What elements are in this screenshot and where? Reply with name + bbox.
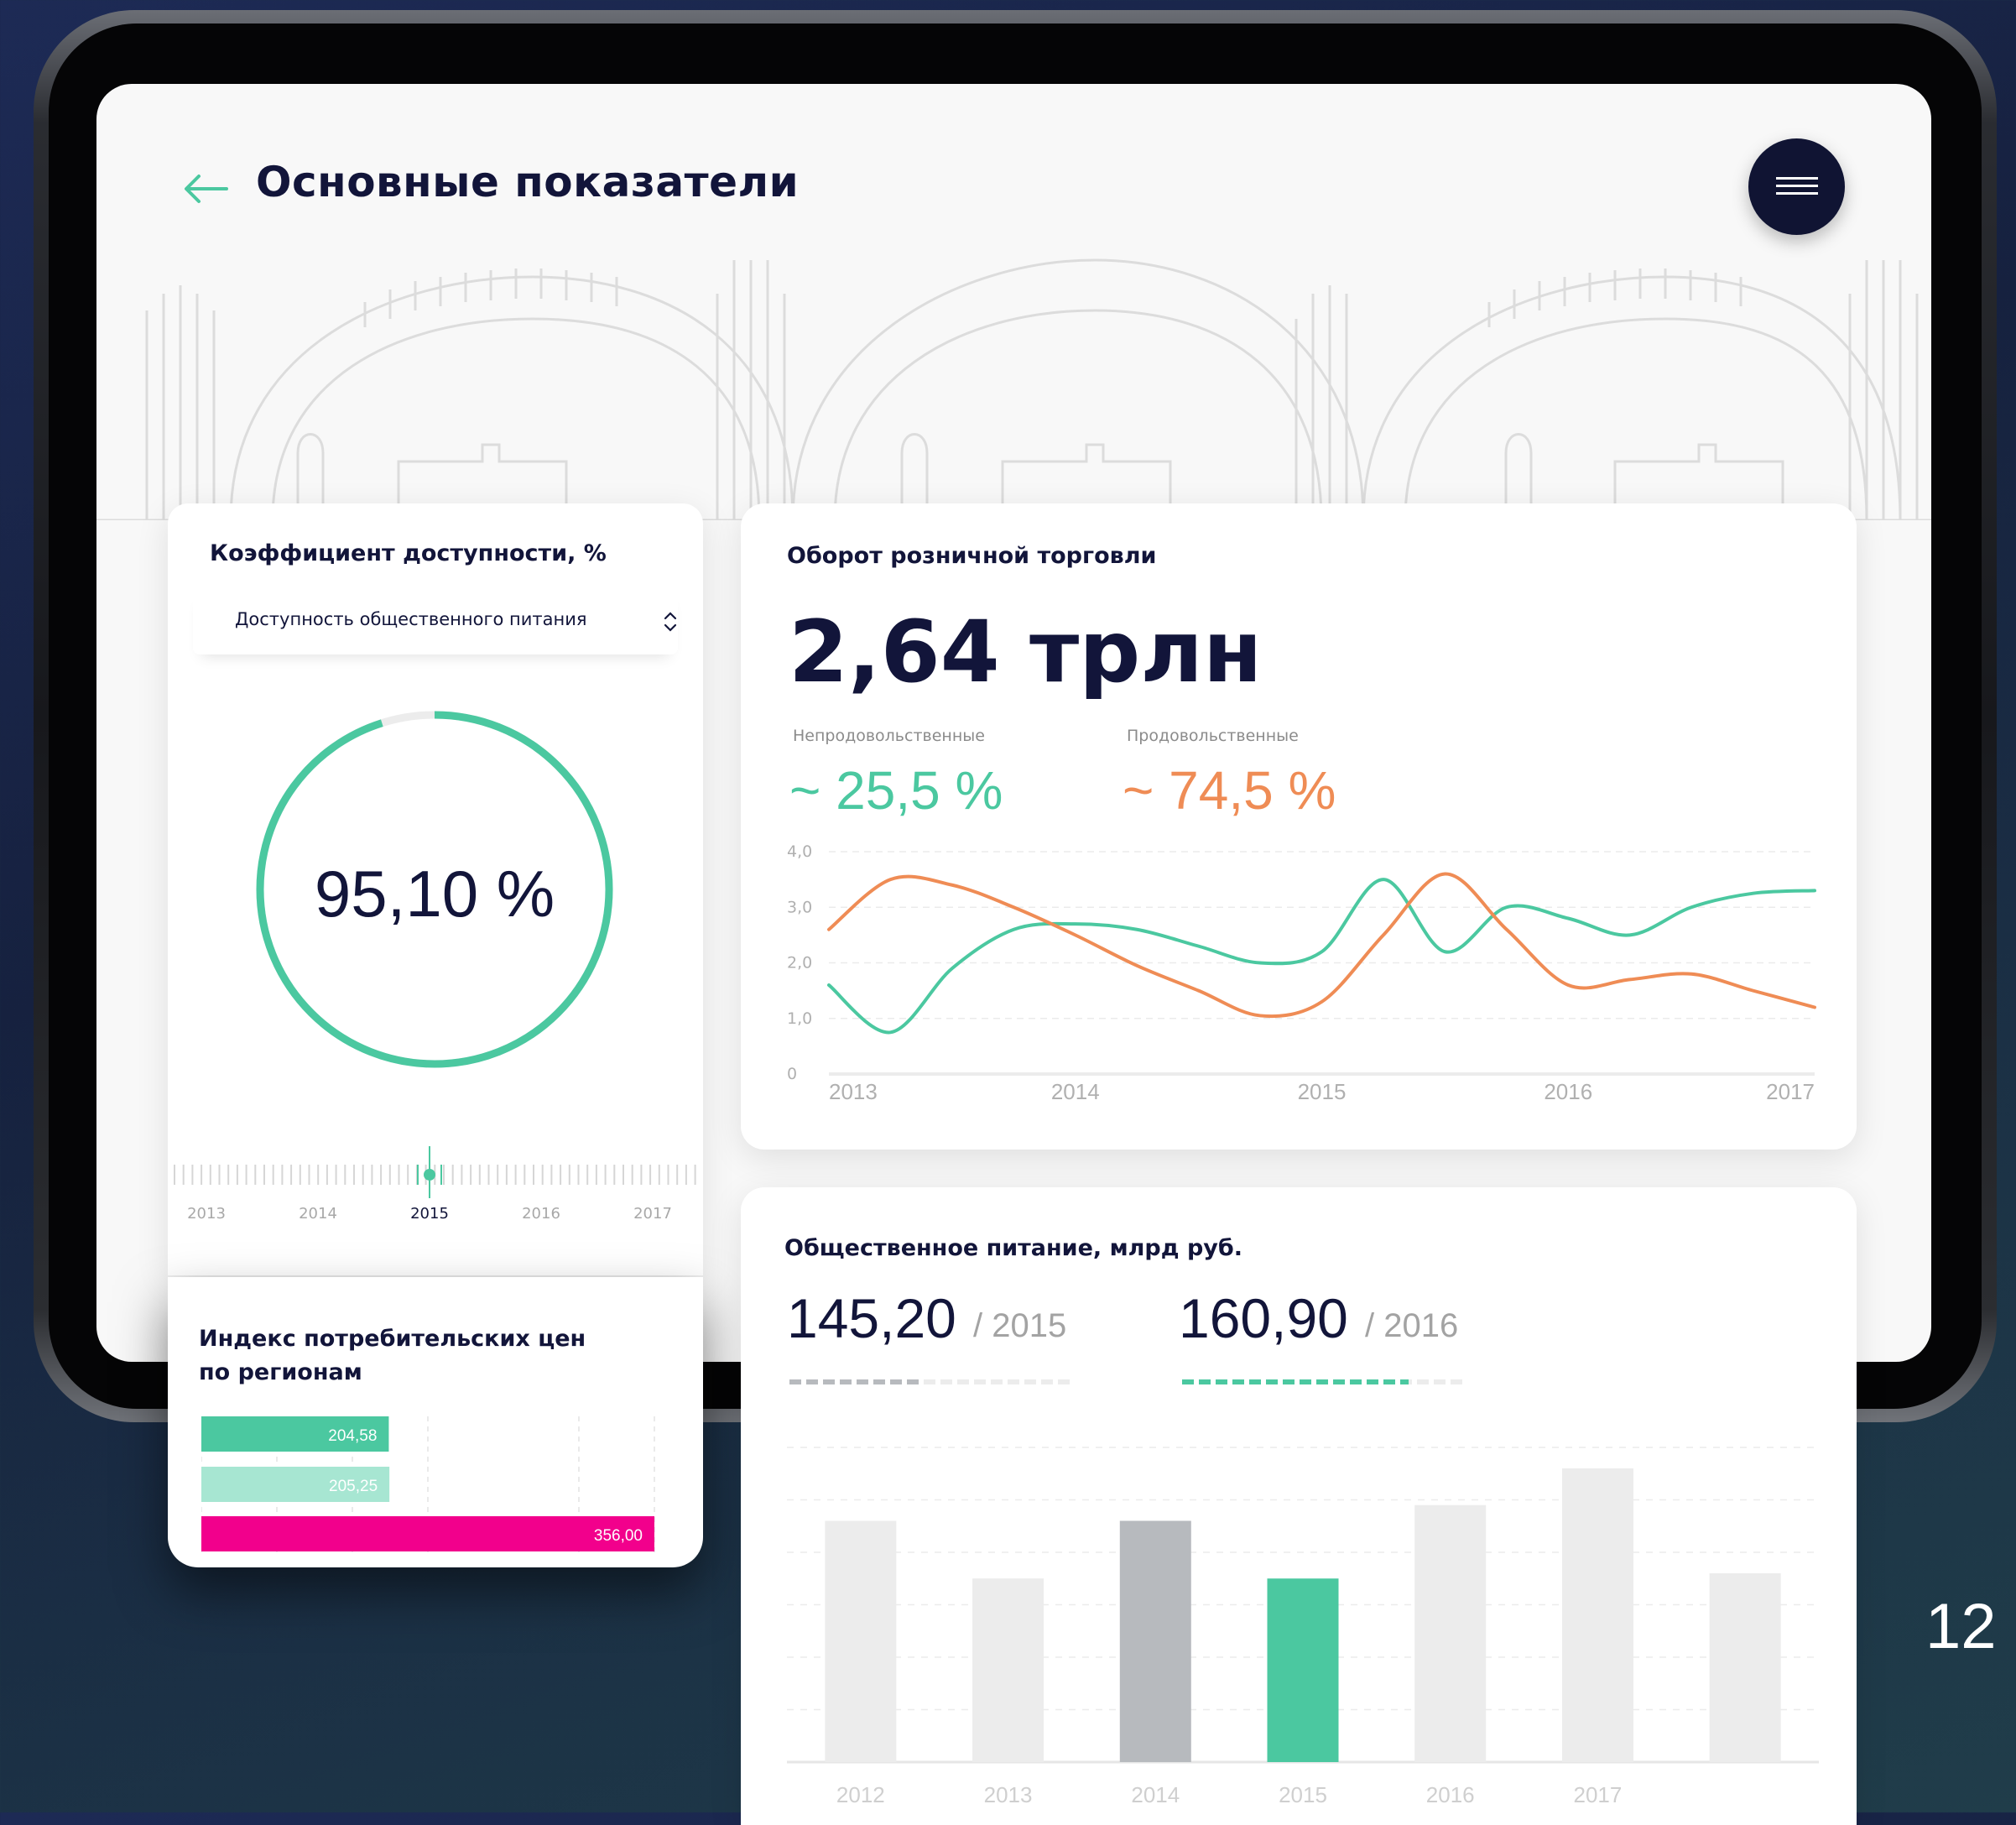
timeline-year-label[interactable]: 2017 [619, 1205, 686, 1223]
back-arrow-icon[interactable] [180, 164, 231, 214]
retail-y-tick: 2,0 [787, 954, 812, 972]
retail-x-tick: 2013 [829, 1079, 878, 1104]
catering-x-tick: 2016 [1426, 1782, 1475, 1807]
retail-y-tick: 0 [787, 1065, 797, 1083]
nonfood-share: ~ 25,5 % [789, 760, 1003, 821]
page-number: 12 [1925, 1591, 1997, 1662]
catering-progress-a [789, 1379, 1075, 1384]
menu-button[interactable] [1748, 138, 1845, 235]
retail-line-chart: 0 1,0 2,0 3,0 4,0 2013 2014 2015 2016 2017 [787, 842, 1816, 1104]
card-title: Коэффициент доступности, % [210, 540, 607, 566]
cpi-bar-label: 205,25 [329, 1478, 378, 1495]
catering-bar [1267, 1578, 1339, 1762]
timeline-year-label[interactable]: 2014 [284, 1205, 352, 1223]
card-title-line: Индекс потребительских цен [199, 1326, 586, 1352]
nonfood-label: Непродовольственные [793, 727, 985, 745]
catering-progress-b [1182, 1379, 1467, 1384]
cpi-bar [201, 1516, 654, 1551]
cpi-regions-card: Индекс потребительских цен по регионам 2… [168, 1277, 703, 1567]
retail-y-tick: 4,0 [787, 842, 812, 861]
page-title: Основные показатели [256, 158, 800, 206]
cpi-bar-label: 204,58 [328, 1427, 377, 1445]
retail-series-line [827, 878, 1816, 1035]
catering-x-tick: 2013 [984, 1782, 1033, 1807]
catering-bar [972, 1578, 1044, 1762]
retail-x-tick: 2015 [1298, 1079, 1347, 1104]
retail-y-tick: 1,0 [787, 1009, 812, 1028]
catering-x-tick: 2017 [1574, 1782, 1623, 1807]
catering-x-tick: 2012 [836, 1782, 885, 1807]
chevron-up-down-icon [664, 612, 677, 632]
menu-icon-line [1776, 185, 1818, 187]
catering-x-tick: 2014 [1131, 1782, 1180, 1807]
retail-x-tick: 2016 [1544, 1079, 1592, 1104]
retail-x-tick: 2017 [1766, 1079, 1815, 1104]
card-title-line: по регионам [199, 1359, 362, 1385]
catering-bar [1119, 1520, 1191, 1762]
card-title: Индекс потребительских цен по регионам [199, 1322, 586, 1390]
catering-bar [1414, 1504, 1487, 1762]
cpi-bar-label: 356,00 [594, 1527, 643, 1545]
timeline-year-label[interactable]: 2015 [396, 1205, 463, 1223]
catering-card: Общественное питание, млрд руб. 145,20 /… [741, 1187, 1857, 1825]
catering-year-a: / 2015 [973, 1307, 1067, 1344]
retail-x-tick: 2014 [1051, 1079, 1100, 1104]
catering-year-b: / 2016 [1365, 1307, 1459, 1344]
catering-bar [1709, 1573, 1781, 1762]
card-title: Общественное питание, млрд руб. [784, 1235, 1242, 1261]
retail-series-line [827, 872, 1816, 1019]
catering-bar-chart: 2012 2013 2014 2015 2016 2017 [787, 1447, 1819, 1807]
retail-turnover-card: Оборот розничной торговли 2,64 трлн Непр… [741, 503, 1857, 1150]
architecture-illustration [96, 258, 1931, 520]
catering-x-tick: 2015 [1279, 1782, 1327, 1807]
retail-total-value: 2,64 трлн [789, 602, 1263, 702]
food-share: ~ 74,5 % [1123, 760, 1336, 821]
card-title: Оборот розничной торговли [787, 543, 1157, 569]
indicator-select-value: Доступность общественного питания [235, 609, 587, 629]
catering-bar [1561, 1468, 1633, 1762]
indicator-select[interactable]: Доступность общественного питания [193, 587, 678, 654]
gauge-value: 95,10 % [314, 857, 555, 931]
timeline-year-labels: 2013 2014 2015 2016 2017 [168, 1205, 703, 1230]
timeline-handle [424, 1169, 435, 1181]
cpi-bar-chart: 204,58 205,25 356,00 [201, 1416, 655, 1556]
catering-value-b: 160,90 [1179, 1287, 1348, 1349]
menu-icon-line [1776, 192, 1818, 195]
catering-value-a: 145,20 [787, 1287, 956, 1349]
timeline-year-label[interactable]: 2016 [508, 1205, 575, 1223]
catering-bar [825, 1520, 897, 1762]
retail-y-tick: 3,0 [787, 898, 812, 916]
timeline-year-label[interactable]: 2013 [173, 1205, 240, 1223]
food-label: Продовольственные [1127, 727, 1299, 745]
menu-icon-line [1776, 177, 1818, 180]
access-coefficient-card: Коэффициент доступности, % Доступность о… [168, 503, 703, 1275]
year-timeline-slider[interactable] [168, 1141, 703, 1200]
